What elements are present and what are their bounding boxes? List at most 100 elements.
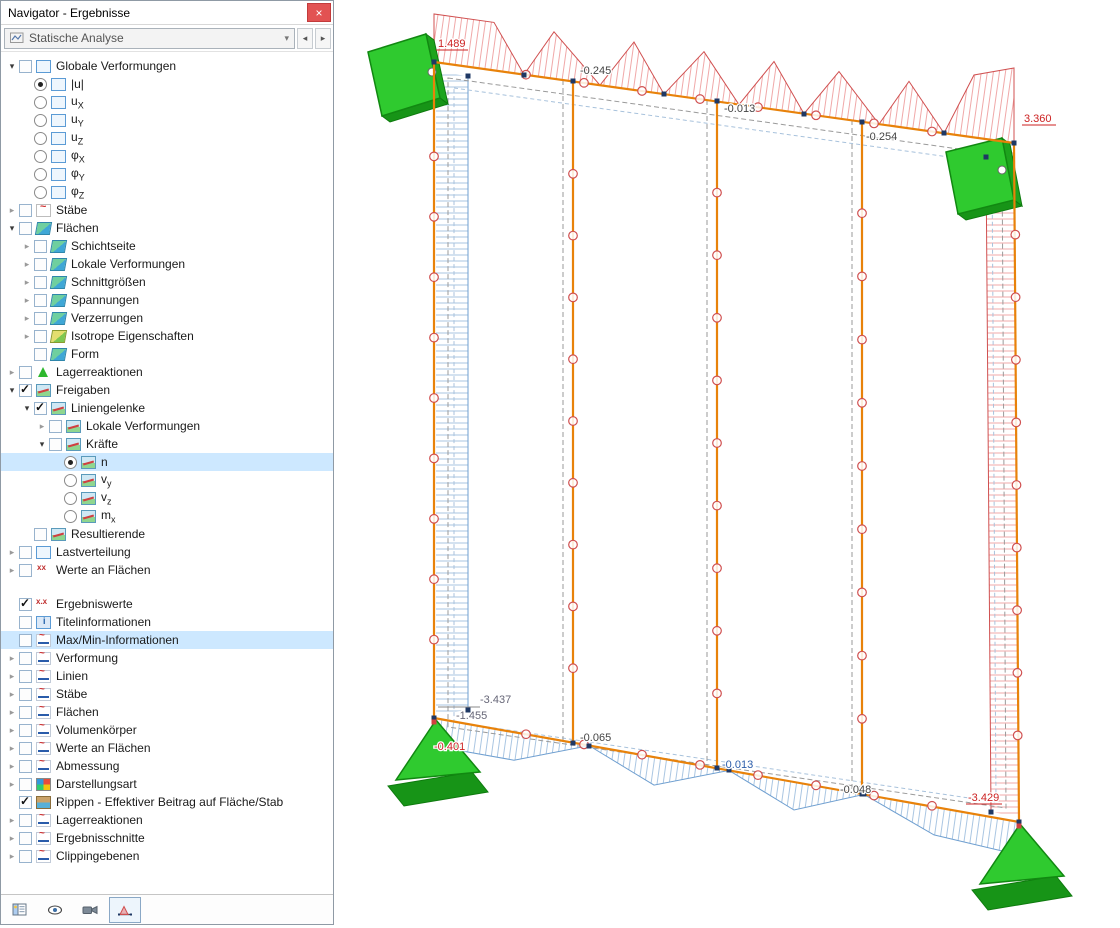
prev-result-button[interactable]: ◂ <box>297 27 313 49</box>
tree-item-lokale-verformungen[interactable]: ▸ Lokale Verformungen <box>1 255 333 273</box>
model-view[interactable]: 1.489 -0.245 -0.013 -0.254 3.360 -3.437 -1.455… <box>334 0 1120 925</box>
next-result-button[interactable]: ▸ <box>315 27 331 49</box>
checkbox[interactable] <box>19 705 32 719</box>
checkbox[interactable] <box>19 651 32 665</box>
tree-item-vz[interactable]: vz <box>1 489 333 507</box>
radio-button[interactable] <box>64 509 77 523</box>
expand-icon[interactable]: ▸ <box>5 689 19 700</box>
tree-item-vy[interactable]: vy <box>1 471 333 489</box>
checkbox[interactable] <box>19 615 32 629</box>
tree-item-werte-an-fl-chen[interactable]: ▸ Werte an Flächen <box>1 561 333 579</box>
tree-item-schichtseite[interactable]: ▸ Schichtseite <box>1 237 333 255</box>
tree-item-ux[interactable]: uX <box>1 93 333 111</box>
checkbox[interactable] <box>19 777 32 791</box>
checkbox[interactable] <box>34 257 47 271</box>
expand-icon[interactable]: ▸ <box>5 707 19 718</box>
tree-item-z[interactable]: φZ <box>1 183 333 201</box>
tree-item-lokale-verformungen[interactable]: ▸ Lokale Verformungen <box>1 417 333 435</box>
checkbox[interactable] <box>19 687 32 701</box>
checkbox[interactable] <box>19 831 32 845</box>
tree-item-freigaben[interactable]: ▾ Freigaben <box>1 381 333 399</box>
tab-data[interactable] <box>4 897 36 923</box>
radio-button[interactable] <box>34 149 47 163</box>
radio-button[interactable] <box>64 473 77 487</box>
expand-icon[interactable]: ▸ <box>5 671 19 682</box>
checkbox[interactable] <box>19 382 32 397</box>
checkbox[interactable] <box>19 596 32 611</box>
checkbox[interactable] <box>19 669 32 683</box>
checkbox[interactable] <box>19 813 32 827</box>
tree-item-max-min-informationen[interactable]: Max/Min-Informationen <box>1 630 333 649</box>
tree-item-schnittgr-en[interactable]: ▸ Schnittgrößen <box>1 273 333 291</box>
checkbox[interactable] <box>19 849 32 863</box>
expand-icon[interactable]: ▸ <box>5 565 19 576</box>
checkbox[interactable] <box>19 545 32 559</box>
radio-button[interactable] <box>64 491 77 505</box>
model-canvas[interactable]: 1.489 -0.245 -0.013 -0.254 3.360 -3.437 -1.455… <box>334 0 1120 925</box>
supports[interactable] <box>367 32 1073 911</box>
checkbox[interactable] <box>19 759 32 773</box>
tree-item-titelinformationen[interactable]: Titelinformationen <box>1 613 333 631</box>
expand-icon[interactable]: ▸ <box>5 367 19 378</box>
tree-item-n[interactable]: n <box>1 453 333 471</box>
tree-item-kr-fte[interactable]: ▾ Kräfte <box>1 435 333 453</box>
tree-item-uy[interactable]: uY <box>1 111 333 129</box>
checkbox[interactable] <box>19 203 32 217</box>
checkbox[interactable] <box>34 293 47 307</box>
tree-item-verzerrungen[interactable]: ▸ Verzerrungen <box>1 309 333 327</box>
checkbox[interactable] <box>19 633 32 647</box>
radio-button[interactable] <box>34 113 47 127</box>
radio-button[interactable] <box>34 77 47 91</box>
checkbox[interactable] <box>49 419 62 433</box>
expand-icon[interactable]: ▸ <box>20 313 34 324</box>
tree-item-ergebnisschnitte[interactable]: ▸ Ergebnisschnitte <box>1 828 333 847</box>
tree-item-clippingebenen[interactable]: ▸ Clippingebenen <box>1 846 333 865</box>
tree-item-y[interactable]: φY <box>1 165 333 183</box>
tree-item-abmessung[interactable]: ▸ Abmessung <box>1 756 333 775</box>
expand-icon[interactable]: ▸ <box>35 421 49 432</box>
tree-item-darstellungsart[interactable]: ▸ Darstellungsart <box>1 775 333 793</box>
expand-icon[interactable]: ▸ <box>20 295 34 306</box>
collapse-icon[interactable]: ▾ <box>5 223 19 234</box>
checkbox[interactable] <box>34 347 47 361</box>
expand-icon[interactable]: ▸ <box>20 241 34 252</box>
radio-button[interactable] <box>64 455 77 469</box>
checkbox[interactable] <box>19 723 32 737</box>
radio-button[interactable] <box>34 167 47 181</box>
expand-icon[interactable]: ▸ <box>20 259 34 270</box>
tree-item-resultierende[interactable]: Resultierende <box>1 525 333 543</box>
tree-item-st-be[interactable]: ▸ Stäbe <box>1 201 333 219</box>
checkbox[interactable] <box>19 221 32 235</box>
checkbox[interactable] <box>19 741 32 755</box>
expand-icon[interactable]: ▸ <box>5 743 19 754</box>
collapse-icon[interactable]: ▾ <box>35 439 49 450</box>
tab-results[interactable] <box>109 896 141 923</box>
checkbox[interactable] <box>19 563 32 577</box>
radio-button[interactable] <box>34 131 47 145</box>
expand-icon[interactable]: ▸ <box>5 653 19 664</box>
expand-icon[interactable]: ▸ <box>5 851 19 862</box>
tree-item-st-be[interactable]: ▸ Stäbe <box>1 684 333 703</box>
checkbox[interactable] <box>19 794 32 809</box>
checkbox[interactable] <box>34 527 47 541</box>
checkbox[interactable] <box>19 365 32 379</box>
collapse-icon[interactable]: ▾ <box>5 385 19 396</box>
tree-item-werte-an-fl-chen[interactable]: ▸ Werte an Flächen <box>1 738 333 757</box>
support-wall-right[interactable] <box>945 136 1024 221</box>
tree-item-fl-chen[interactable]: ▾ Flächen <box>1 219 333 237</box>
tree-item-globale-verformungen[interactable]: ▾ Globale Verformungen <box>1 57 333 75</box>
tree-item-fl-chen[interactable]: ▸ Flächen <box>1 702 333 721</box>
tree-item-x[interactable]: φX <box>1 147 333 165</box>
expand-icon[interactable]: ▸ <box>5 205 19 216</box>
tab-display[interactable] <box>39 897 71 923</box>
expand-icon[interactable]: ▸ <box>5 547 19 558</box>
tree-item-form[interactable]: Form <box>1 345 333 363</box>
tree-item-isotrope-eigenschaften[interactable]: ▸ Isotrope Eigenschaften <box>1 327 333 345</box>
checkbox[interactable] <box>34 275 47 289</box>
checkbox[interactable] <box>34 239 47 253</box>
tab-views[interactable] <box>74 897 106 923</box>
checkbox[interactable] <box>19 59 32 73</box>
analysis-type-dropdown[interactable]: Statische Analyse ▾ <box>4 27 295 49</box>
radio-button[interactable] <box>34 185 47 199</box>
tree-item-spannungen[interactable]: ▸ Spannungen <box>1 291 333 309</box>
